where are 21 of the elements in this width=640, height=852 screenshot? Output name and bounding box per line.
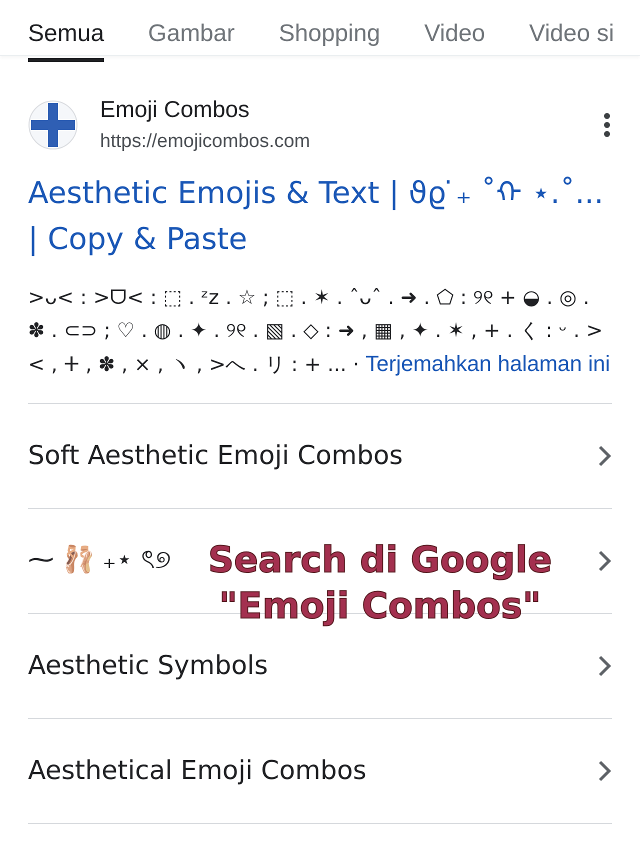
chevron-right-icon [598, 445, 612, 467]
translate-link[interactable]: Terjemahkan halaman ini [366, 351, 610, 376]
chevron-right-icon [598, 550, 612, 572]
sitelink-label[interactable]: ⁓ 🩰 ₊⋆ ৎ୭ [28, 539, 171, 583]
search-tab[interactable]: Shopping [278, 20, 380, 62]
chevron-right-icon [598, 655, 612, 677]
caption-overlay: Search di Google "Emoji Combos" [206, 539, 554, 629]
more-options-icon[interactable] [602, 112, 612, 138]
search-tab[interactable]: Video [424, 20, 486, 62]
site-url: https://emojicombos.com [100, 131, 312, 153]
site-name: Emoji Combos [100, 96, 251, 123]
search-tab[interactable]: Gambar [148, 20, 235, 62]
sitelink-label[interactable]: Aesthetical Emoji Combos [28, 756, 366, 786]
chevron-right-icon [598, 760, 612, 782]
search-tab[interactable]: Video si [529, 20, 614, 62]
site-favicon-icon [28, 100, 78, 150]
sitelink-label[interactable]: Aesthetic Symbols [28, 651, 268, 681]
result-snippet: >ᴗ< : >ᗜ< : ⬚ . ᶻz . ☆ ; ⬚ . ✶ . ˆᴗˆ . ➜ . ⬠ : ୨୧ + ◒ . ◎ . ✽ . ⊂⊃ ; ♡ . ◍ . ✦ . ୨୧ . ▧ . ◇ : ➜ , ▦ , ✦ . ✶ , + . く : ᵕ . >< , ⵜ , ✽ , × , ヽ , >へ . リ : + ... · Terjemahkan halaman ini [28, 284, 612, 378]
sitelink-label[interactable]: Soft Aesthetic Emoji Combos [28, 441, 403, 471]
result-title-link[interactable]: Aesthetic Emojis & Text | ϑϱ ̇₊ ˚ᡣ ⋆.˚... | Copy & Paste [28, 171, 612, 263]
search-tab[interactable]: Semua [28, 20, 104, 62]
